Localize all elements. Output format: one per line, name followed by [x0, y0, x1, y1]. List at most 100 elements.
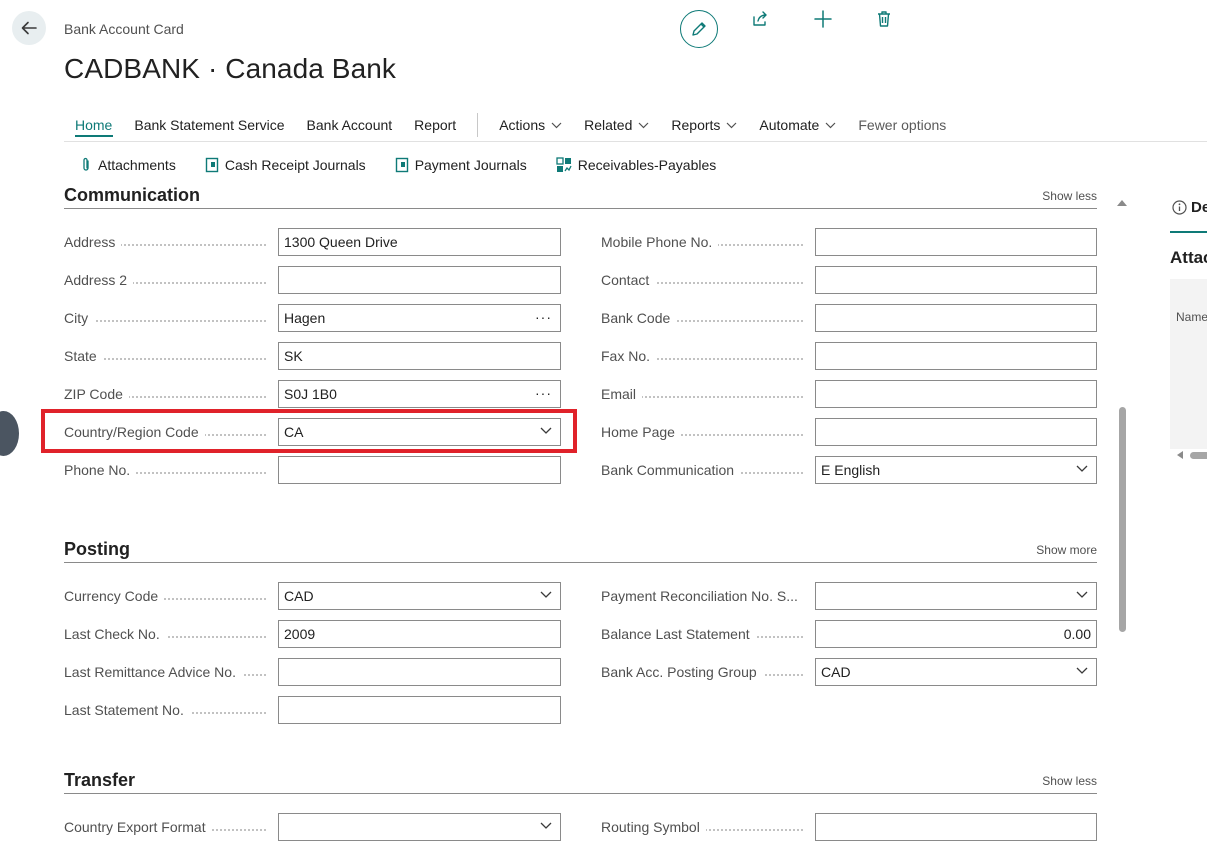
last-check-no-field[interactable]: 2009	[278, 620, 561, 648]
bank-acc-posting-group-label: Bank Acc. Posting Group	[601, 662, 803, 682]
field-label-text: Last Statement No.	[64, 702, 190, 718]
field-label-text: Contact	[601, 272, 656, 288]
top-actions	[680, 10, 718, 48]
tab-report[interactable]: Report	[414, 117, 456, 133]
menu-automate[interactable]: Automate	[759, 117, 836, 133]
tab-bank-statement-service[interactable]: Bank Statement Service	[134, 117, 284, 133]
action-label: Cash Receipt Journals	[224, 157, 366, 173]
factbox-heading: Attac	[1170, 248, 1207, 267]
lookup-ellipsis-icon[interactable]: ···	[535, 385, 552, 401]
receivables-payables-action[interactable]: Receivables-Payables	[556, 157, 717, 173]
transfer-section-title: Transfer	[64, 770, 136, 790]
mobile-phone-no-label: Mobile Phone No.	[601, 232, 803, 252]
tab-home[interactable]: Home	[75, 117, 112, 133]
fax-no-field[interactable]	[815, 342, 1097, 370]
country-export-format-dropdown[interactable]	[278, 813, 561, 841]
menu-related[interactable]: Related	[584, 117, 649, 133]
tab-bank-account[interactable]: Bank Account	[307, 117, 393, 133]
lookup-ellipsis-icon[interactable]: ···	[535, 309, 552, 325]
field-label-text: City	[64, 310, 95, 326]
phone-no-field[interactable]	[278, 456, 561, 484]
currency-code-dropdown[interactable]: CAD	[278, 582, 561, 610]
bank-acc-posting-group-dropdown[interactable]: CAD	[815, 658, 1097, 686]
scrollbar-thumb[interactable]	[1119, 407, 1126, 632]
routing-symbol-field[interactable]	[815, 813, 1097, 841]
factbox-horizontal-scroll[interactable]	[1176, 450, 1207, 460]
menu-reports[interactable]: Reports	[671, 117, 737, 133]
address-field[interactable]: 1300 Queen Drive	[278, 228, 561, 256]
contact-field[interactable]	[815, 266, 1097, 294]
attachments-action[interactable]: Attachments	[80, 157, 176, 173]
transfer-show-less[interactable]: Show less	[1042, 774, 1097, 788]
communication-section-title: Communication	[64, 185, 201, 205]
chevron-down-icon	[1076, 465, 1088, 472]
edit-button[interactable]	[680, 10, 718, 48]
zip-code-field[interactable]: S0J 1B0 ···	[278, 380, 561, 408]
plus-icon	[814, 10, 832, 28]
field-value: S0J 1B0	[284, 386, 337, 402]
last-remittance-advice-no-label: Last Remittance Advice No.	[64, 662, 266, 682]
share-icon	[753, 11, 767, 26]
payment-journals-action[interactable]: Payment Journals	[395, 157, 527, 173]
section-divider	[64, 208, 1097, 209]
menu-label: Reports	[671, 117, 721, 133]
state-label: State	[64, 346, 266, 366]
posting-show-more[interactable]: Show more	[1036, 543, 1097, 557]
action-ribbon: Home Bank Statement Service Bank Account…	[64, 113, 968, 137]
field-label-text: Mobile Phone No.	[601, 234, 719, 250]
bank-communication-dropdown[interactable]: E English	[815, 456, 1097, 484]
grid-chart-icon	[556, 157, 572, 173]
scroll-up-button[interactable]	[1116, 194, 1128, 212]
state-field[interactable]: SK	[278, 342, 561, 370]
breadcrumb: Bank Account Card	[64, 21, 184, 37]
email-label: Email	[601, 384, 803, 404]
field-label-text: Routing Symbol	[601, 819, 706, 835]
zip-code-label: ZIP Code	[64, 384, 266, 404]
chevron-down-icon	[1076, 591, 1088, 598]
field-label-text: Address	[64, 234, 122, 250]
journal-icon	[395, 157, 409, 173]
action-label: Payment Journals	[414, 157, 527, 173]
phone-no-label: Phone No.	[64, 460, 266, 480]
new-button[interactable]	[813, 9, 833, 29]
field-label-text: Bank Communication	[601, 462, 741, 478]
delete-button[interactable]	[874, 9, 894, 29]
menu-label: Automate	[759, 117, 820, 133]
field-label-text: Phone No.	[64, 462, 137, 478]
last-statement-no-field[interactable]	[278, 696, 561, 724]
communication-show-less[interactable]: Show less	[1042, 189, 1097, 203]
last-remittance-advice-no-field[interactable]	[278, 658, 561, 686]
tab-label: Bank Account	[306, 117, 393, 133]
balance-last-statement-field[interactable]: 0.00	[815, 620, 1097, 648]
share-button[interactable]	[750, 9, 770, 29]
city-field[interactable]: Hagen ···	[278, 304, 561, 332]
last-statement-no-label: Last Statement No.	[64, 700, 266, 720]
tab-label: Bank Statement Service	[134, 117, 285, 133]
action-label: Attachments	[98, 157, 176, 173]
tab-label: Home	[75, 117, 113, 133]
factbox-tab-indicator	[1170, 231, 1207, 233]
factbox-column-header: Name	[1176, 310, 1207, 324]
mobile-phone-no-field[interactable]	[815, 228, 1097, 256]
home-page-field[interactable]	[815, 418, 1097, 446]
side-panel-toggle[interactable]	[0, 411, 19, 456]
posting-section-title: Posting	[64, 539, 130, 559]
back-button[interactable]	[12, 11, 46, 45]
field-label-text: ZIP Code	[64, 386, 129, 402]
info-icon	[1172, 200, 1187, 215]
address-2-field[interactable]	[278, 266, 561, 294]
bank-code-field[interactable]	[815, 304, 1097, 332]
factbox-scroll-thumb[interactable]	[1190, 451, 1207, 459]
chevron-down-icon	[540, 591, 552, 598]
payment-reconciliation-no-s-dropdown[interactable]	[815, 582, 1097, 610]
promoted-actions: Attachments Cash Receipt Journals Paymen…	[80, 155, 745, 175]
action-label: Receivables-Payables	[577, 157, 717, 173]
cash-receipt-journals-action[interactable]: Cash Receipt Journals	[205, 157, 366, 173]
email-field[interactable]	[815, 380, 1097, 408]
city-label: City	[64, 308, 266, 328]
fewer-options-button[interactable]: Fewer options	[858, 117, 946, 133]
trash-icon	[878, 11, 890, 27]
factbox-tab-details[interactable]: De	[1172, 199, 1207, 216]
menu-actions[interactable]: Actions	[499, 117, 562, 133]
address-2-label: Address 2	[64, 270, 266, 290]
